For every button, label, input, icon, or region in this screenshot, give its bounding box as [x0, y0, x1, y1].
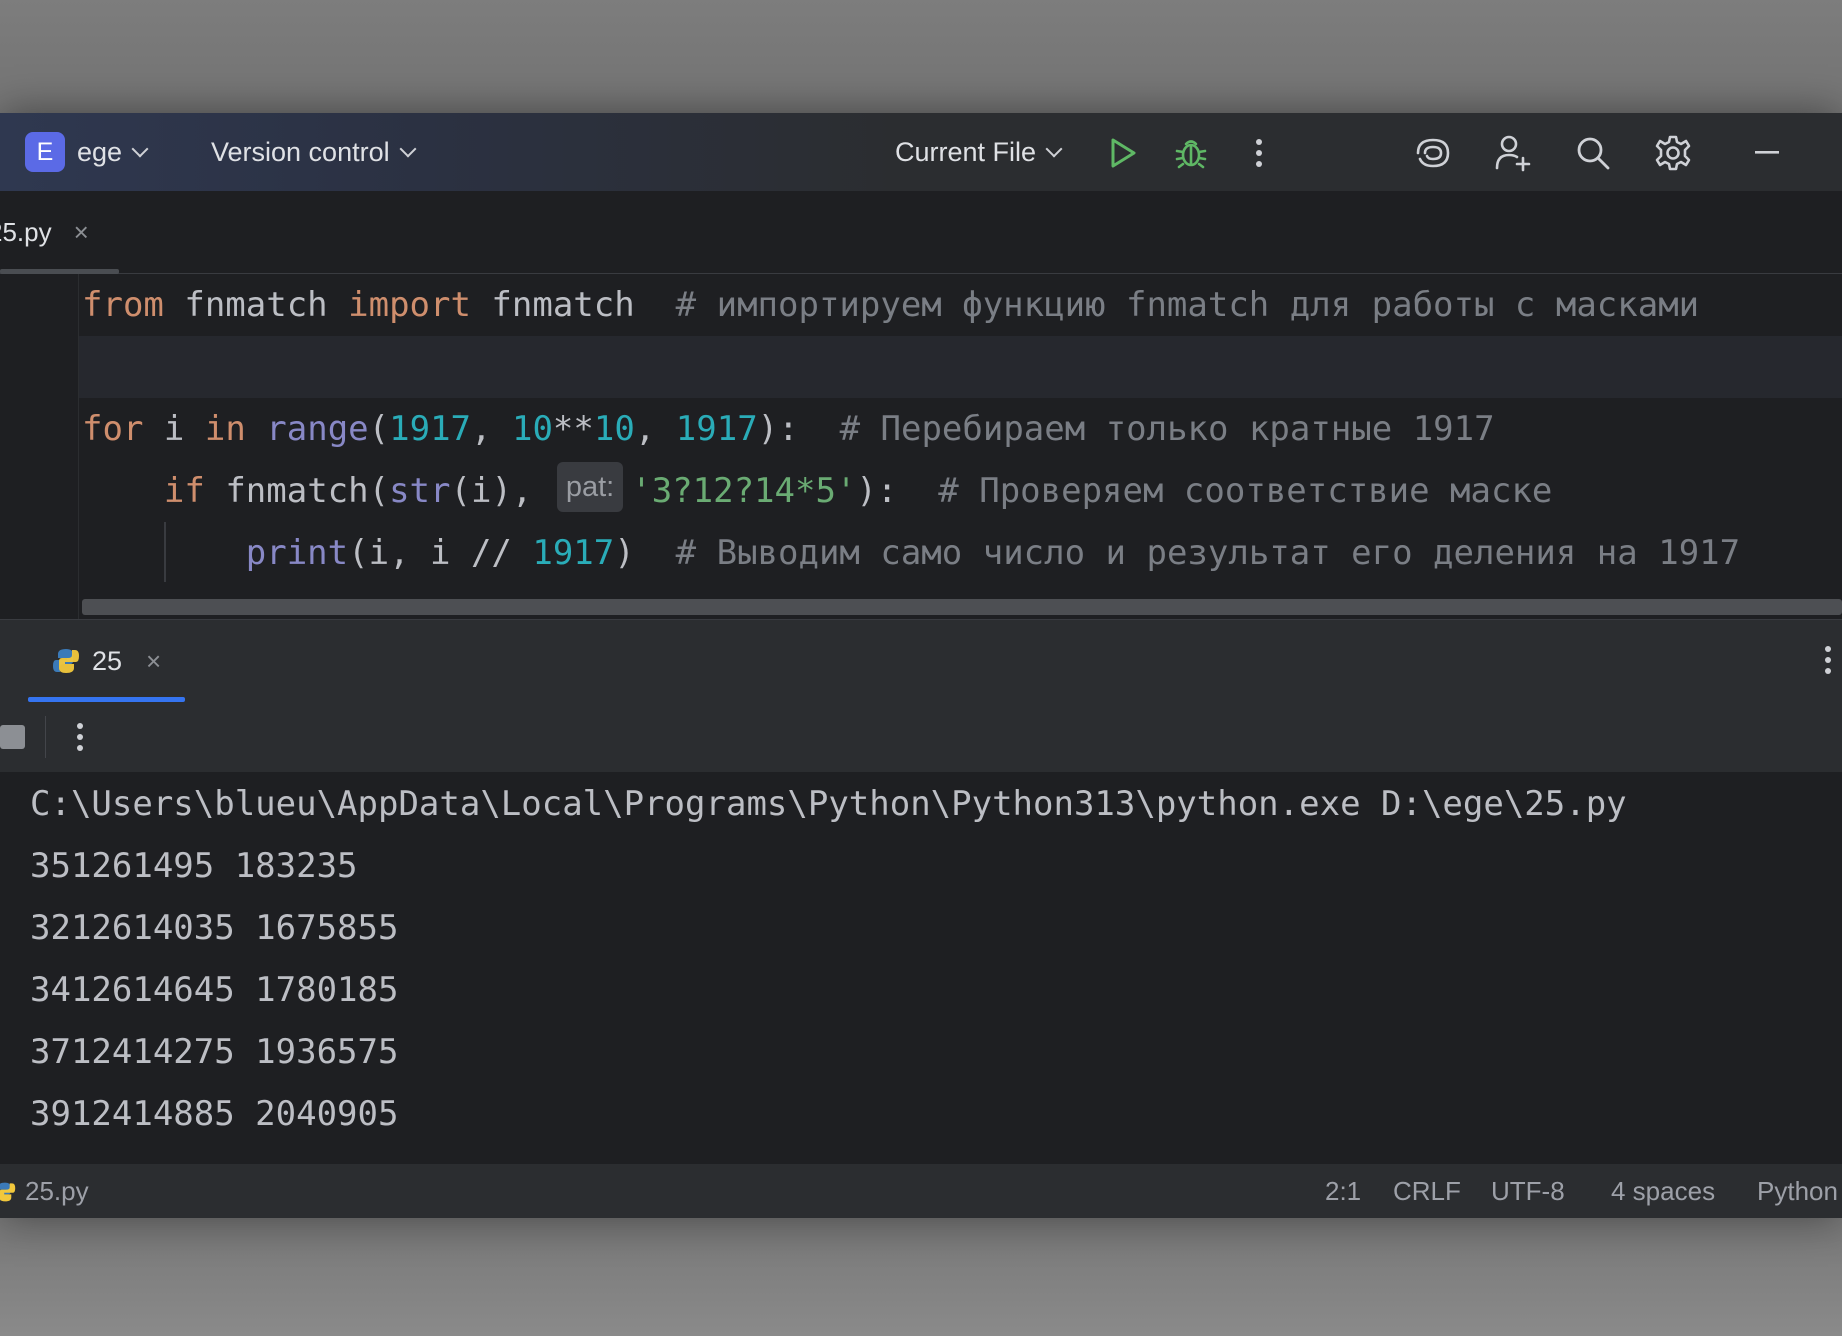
status-file-name: 25.py: [25, 1176, 89, 1206]
editor-tab-label: 25.py: [0, 216, 52, 247]
title-bar: E ege Version control Current File: [0, 113, 1842, 192]
horizontal-scrollbar[interactable]: [82, 599, 1842, 615]
close-icon[interactable]: ×: [74, 217, 89, 248]
run-tab-label: 25: [92, 645, 123, 676]
python-interpreter[interactable]: Python: [1757, 1164, 1838, 1218]
code-line-1: from fnmatch import fnmatch # импортируе…: [82, 285, 1700, 325]
chevron-down-icon: [399, 140, 417, 158]
console-line: 3412614645 1780185: [30, 970, 399, 1010]
file-encoding[interactable]: UTF-8: [1491, 1164, 1565, 1218]
more-icon: [1825, 646, 1831, 674]
gutter: [0, 274, 79, 619]
status-file-breadcrumb[interactable]: 25.py: [0, 1164, 89, 1218]
code-line-5: print(i, i // 1917) # Выводим само число…: [245, 533, 1741, 573]
chevron-down-icon: [1045, 140, 1063, 158]
console-line: 3912414885 2040905: [30, 1094, 399, 1134]
run-toolbar: [0, 702, 1842, 773]
more-icon: [77, 723, 83, 751]
stop-icon[interactable]: [0, 725, 25, 749]
python-icon: [0, 1182, 16, 1201]
run-tool-window-header: 25 ×: [0, 619, 1842, 703]
more-actions-button[interactable]: [1236, 130, 1282, 176]
run-configuration-selector[interactable]: Current File: [895, 113, 1063, 191]
settings-button[interactable]: [1650, 130, 1696, 176]
python-icon: [53, 649, 79, 673]
console-line: 3712414275 1936575: [30, 1032, 399, 1072]
ai-assistant-button[interactable]: [1410, 130, 1456, 176]
version-control-label: Version control: [211, 136, 390, 167]
run-icon: [1111, 138, 1136, 168]
code-line-3: for i in range(1917, 10**10, 1917): # Пе…: [82, 409, 1495, 449]
line-separator[interactable]: CRLF: [1393, 1164, 1461, 1218]
project-selector[interactable]: E ege: [25, 113, 149, 191]
editor-tab-bar: 25.py ×: [0, 191, 1842, 274]
run-panel-options-button[interactable]: [1824, 644, 1832, 681]
ide-window: E ege Version control Current File 5.py …: [0, 113, 1842, 1218]
code-line-4: if fnmatch(str(i), pat: '3?12?14*5'): # П…: [82, 460, 1552, 522]
editor-tab-25py[interactable]: 25.py ×: [0, 191, 89, 273]
console-line: 351261495 183235: [30, 846, 358, 886]
settings-icon: [1655, 135, 1691, 171]
debug-button[interactable]: [1168, 130, 1214, 176]
add-collaborator-button[interactable]: [1490, 130, 1536, 176]
toolbar-divider: [45, 716, 46, 758]
console-line: C:\Users\blueu\AppData\Local\Programs\Py…: [30, 784, 1627, 824]
run-toolbar-more-button[interactable]: [76, 721, 84, 758]
search-icon: [1577, 137, 1610, 170]
run-button[interactable]: [1100, 130, 1146, 176]
minimize-icon: [1755, 151, 1779, 154]
ai-assistant-icon: [1416, 138, 1450, 168]
chevron-down-icon: [131, 140, 149, 158]
indent-settings[interactable]: 4 spaces: [1611, 1164, 1715, 1218]
run-configuration-label: Current File: [895, 136, 1037, 167]
add-user-icon: [1495, 135, 1531, 172]
console-output[interactable]: C:\Users\blueu\AppData\Local\Programs\Py…: [0, 773, 1842, 1163]
console-line: 3212614035 1675855: [30, 908, 399, 948]
minimize-button[interactable]: [1744, 130, 1790, 176]
more-icon: [1256, 139, 1262, 167]
project-name: ege: [77, 136, 123, 167]
project-badge: E: [25, 132, 65, 172]
caret-line-highlight: [0, 336, 1842, 398]
status-bar: 25.py 2:1 CRLF UTF-8 4 spaces Python: [0, 1163, 1842, 1218]
debug-icon: [1175, 140, 1207, 169]
code-editor[interactable]: from fnmatch import fnmatch # импортируе…: [0, 274, 1842, 619]
caret-position[interactable]: 2:1: [1325, 1164, 1361, 1218]
close-icon[interactable]: ×: [146, 646, 161, 677]
version-control-menu[interactable]: Version control: [211, 113, 417, 191]
parameter-hint: pat:: [556, 462, 624, 512]
run-tab-25[interactable]: 25 ×: [52, 620, 161, 702]
search-button[interactable]: [1570, 130, 1616, 176]
